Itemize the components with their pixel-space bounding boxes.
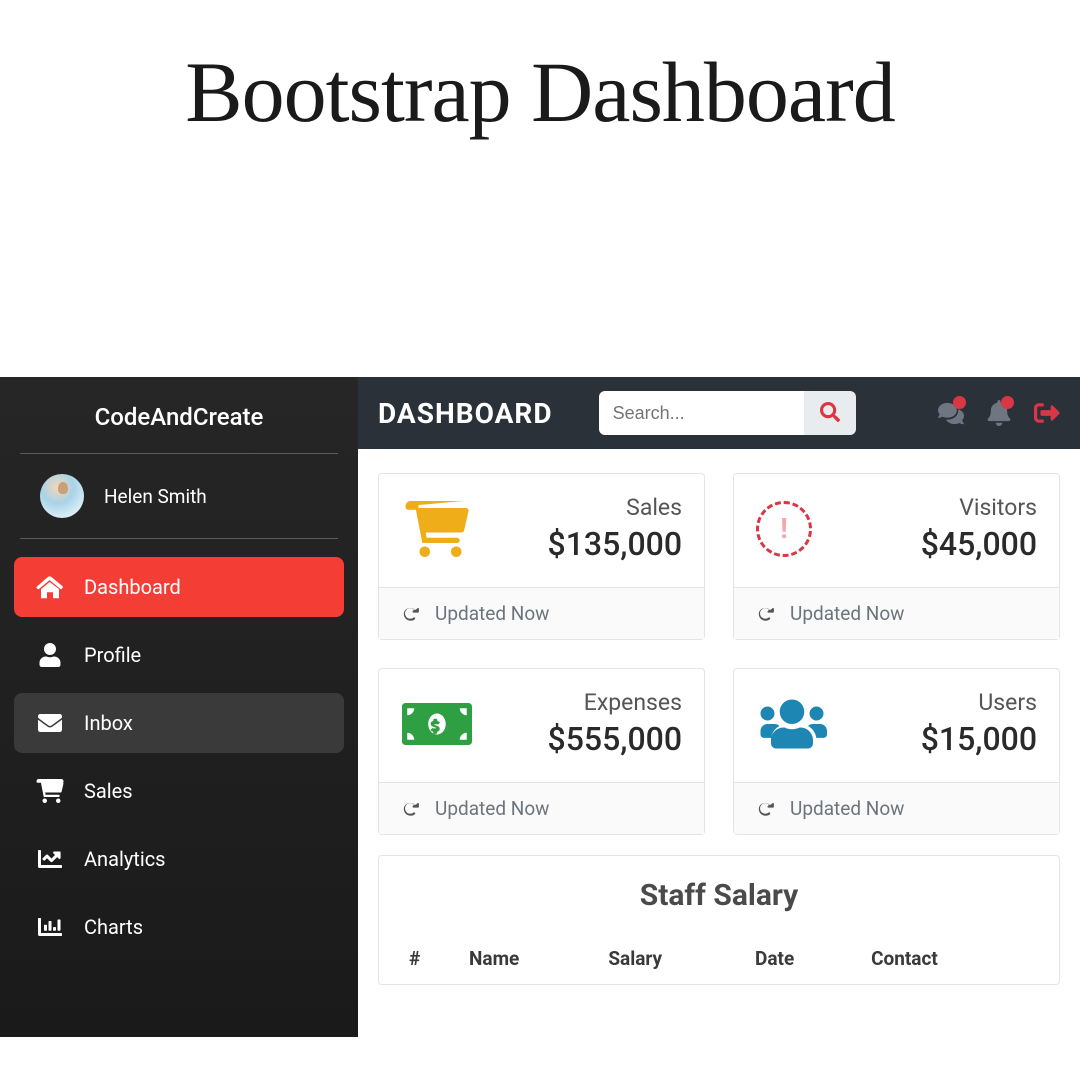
table-header: Salary: [600, 935, 747, 984]
spinner-icon: !: [756, 501, 812, 557]
stat-card-users: Users $15,000 Updated Now: [733, 668, 1060, 835]
refresh-icon: [401, 800, 419, 818]
sidebar-item-sales[interactable]: Sales: [14, 761, 344, 821]
page-title: DASHBOARD: [378, 397, 553, 430]
comments-button[interactable]: [938, 400, 964, 426]
stat-value: $15,000: [921, 720, 1037, 758]
staff-salary-section: Staff Salary # Name Salary Date Contact: [378, 855, 1060, 985]
sidebar-item-label: Charts: [84, 915, 143, 939]
sidebar-item-analytics[interactable]: Analytics: [14, 829, 344, 889]
stat-value: $135,000: [548, 525, 682, 563]
sidebar-item-label: Inbox: [84, 711, 133, 735]
refresh-icon: [756, 800, 774, 818]
stat-value: $45,000: [921, 525, 1037, 563]
sidebar: CodeAndCreate Helen Smith Dashboard Prof…: [0, 377, 358, 1037]
comments-icon: [938, 411, 964, 430]
cart-icon: [36, 779, 64, 803]
stat-footer-text: Updated Now: [790, 797, 904, 820]
stat-value: $555,000: [548, 720, 682, 758]
topbar: DASHBOARD: [358, 377, 1080, 449]
bell-icon: [986, 411, 1012, 430]
users-icon: [756, 696, 828, 752]
topbar-icons: [938, 400, 1060, 426]
envelope-icon: [36, 711, 64, 735]
sidebar-brand: CodeAndCreate: [20, 395, 338, 454]
user-name: Helen Smith: [104, 485, 207, 508]
stat-cards-row: Sales $135,000 Updated Now ! Visitors: [378, 473, 1060, 835]
stat-footer-text: Updated Now: [435, 797, 549, 820]
page-heading: Bootstrap Dashboard: [0, 0, 1080, 142]
sidebar-user[interactable]: Helen Smith: [20, 454, 338, 539]
stat-footer-text: Updated Now: [435, 602, 549, 625]
notification-dot: [953, 396, 966, 409]
table-header: Date: [747, 935, 863, 984]
nav-list: Dashboard Profile Inbox Sales: [0, 557, 358, 957]
sidebar-item-label: Profile: [84, 643, 141, 667]
table-header: Contact: [863, 935, 1037, 984]
app-container: CodeAndCreate Helen Smith Dashboard Prof…: [0, 377, 1080, 1037]
search-button[interactable]: [804, 391, 856, 435]
stat-footer-text: Updated Now: [790, 602, 904, 625]
home-icon: [36, 575, 64, 599]
bell-button[interactable]: [986, 400, 1012, 426]
chart-line-icon: [36, 847, 64, 871]
avatar: [40, 474, 84, 518]
stat-label: Expenses: [548, 689, 682, 716]
table-header-row: # Name Salary Date Contact: [401, 935, 1037, 984]
stat-card-sales: Sales $135,000 Updated Now: [378, 473, 705, 640]
main-content: DASHBOARD: [358, 377, 1080, 1037]
sidebar-item-label: Dashboard: [84, 575, 181, 599]
logout-button[interactable]: [1034, 400, 1060, 426]
user-icon: [36, 643, 64, 667]
content-area: Sales $135,000 Updated Now ! Visitors: [358, 449, 1080, 1037]
money-icon: [401, 696, 473, 752]
sidebar-item-dashboard[interactable]: Dashboard: [14, 557, 344, 617]
sidebar-item-label: Sales: [84, 779, 133, 803]
sidebar-item-inbox[interactable]: Inbox: [14, 693, 344, 753]
stat-label: Visitors: [921, 494, 1037, 521]
staff-salary-table: # Name Salary Date Contact: [401, 935, 1037, 984]
sidebar-item-label: Analytics: [84, 847, 166, 871]
table-header: #: [401, 935, 461, 984]
search-input[interactable]: [599, 391, 804, 435]
stat-label: Sales: [548, 494, 682, 521]
table-header: Name: [461, 935, 600, 984]
logout-icon: [1034, 411, 1060, 430]
refresh-icon: [756, 605, 774, 623]
stat-card-visitors: ! Visitors $45,000 Updated Now: [733, 473, 1060, 640]
search-group: [599, 391, 856, 435]
sidebar-item-profile[interactable]: Profile: [14, 625, 344, 685]
notification-dot: [1001, 396, 1014, 409]
chart-bar-icon: [36, 915, 64, 939]
table-title: Staff Salary: [401, 878, 1037, 913]
cart-icon: [401, 501, 473, 557]
stat-card-expenses: Expenses $555,000 Updated Now: [378, 668, 705, 835]
search-icon: [820, 402, 840, 425]
stat-label: Users: [921, 689, 1037, 716]
refresh-icon: [401, 605, 419, 623]
sidebar-item-charts[interactable]: Charts: [14, 897, 344, 957]
